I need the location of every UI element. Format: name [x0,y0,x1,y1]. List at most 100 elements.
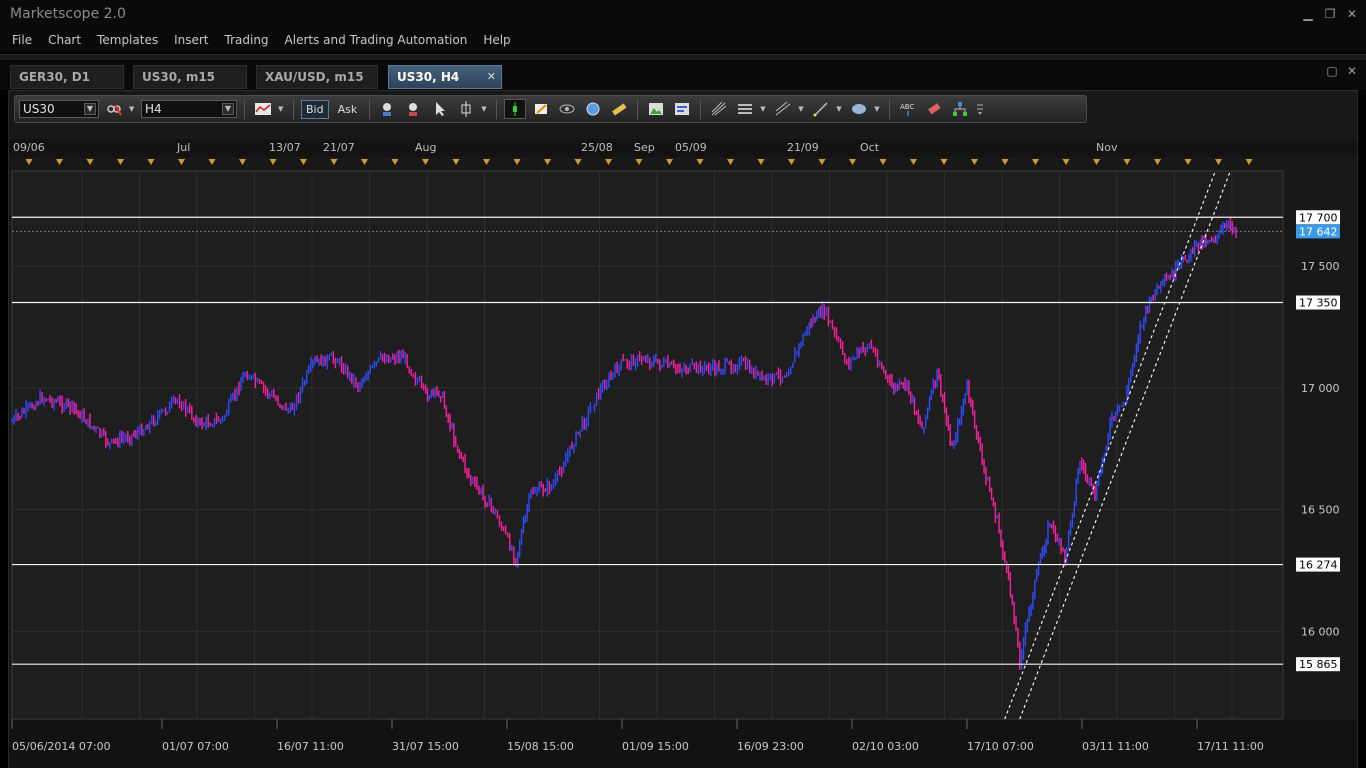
event-marker-icon [788,159,795,165]
event-marker-icon [86,159,94,165]
event-marker-icon [1093,159,1100,165]
menu-file[interactable]: File [4,30,40,52]
menu-chart[interactable]: Chart [40,30,89,52]
chevron-down-icon[interactable]: ▼ [798,105,806,113]
menu-templates[interactable]: Templates [89,30,166,52]
event-marker-icon [940,159,948,165]
event-marker-icon [1123,159,1131,165]
panel-close-icon[interactable]: ✕ [1346,65,1358,77]
x-tick-label: 01/07 07:00 [162,740,229,753]
template-icon[interactable] [671,99,693,119]
chevron-down-icon[interactable]: ▼ [836,105,844,113]
instrument-value: US30 [23,102,55,116]
chevron-down-icon[interactable]: ▼ [84,103,96,115]
level-label: 17 700 [1299,211,1338,224]
x-tick-label: 16/09 23:00 [737,740,804,753]
event-marker-icon [178,159,185,165]
x-tick-label: 05/06/2014 07:00 [12,740,111,753]
y-tick-label: 16 500 [1301,504,1340,517]
top-date-label: 21/09 [787,141,819,154]
ellipse-icon[interactable] [848,99,870,119]
panel-maximize-icon[interactable]: ▢ [1326,65,1338,77]
ask-button[interactable]: Ask [333,100,363,119]
close-icon[interactable]: ✕ [1346,8,1358,20]
minimize-icon[interactable]: ▁ [1302,8,1314,20]
tree-icon[interactable] [949,99,971,119]
globe-icon[interactable] [582,99,604,119]
cursor-icon[interactable] [429,99,451,119]
unlink-icon[interactable] [103,99,125,119]
event-marker-icon [605,159,612,165]
event-marker-icon [879,159,887,165]
event-marker-icon [1154,159,1161,165]
more-icon[interactable] [975,99,985,119]
chevron-down-icon[interactable]: ▼ [481,105,489,113]
levels-icon[interactable] [734,99,756,119]
image-icon[interactable] [645,99,667,119]
line-icon[interactable] [810,99,832,119]
event-marker-icon [971,159,978,165]
eye-icon[interactable] [556,99,578,119]
timeframe-select[interactable]: H4 ▼ [141,100,237,118]
x-tick-label: 01/09 15:00 [622,740,689,753]
event-marker-icon [910,159,917,165]
event-marker-icon [422,159,429,165]
chevron-down-icon[interactable]: ▼ [760,105,768,113]
zoom-out-icon[interactable] [403,99,425,119]
event-marker-icon [1215,159,1222,165]
ruler-icon[interactable] [608,99,630,119]
restore-icon[interactable]: ❐ [1324,8,1336,20]
menu-trading[interactable]: Trading [217,30,277,52]
top-date-label: Jul [176,141,190,154]
indicator-icon[interactable] [504,99,527,119]
tab-us30-h4[interactable]: US30, H4 ✕ [388,65,502,89]
event-marker-icon [1032,159,1039,165]
event-marker-icon [239,159,246,165]
eraser-icon[interactable] [923,99,945,119]
top-date-label: Sep [634,141,655,154]
tab-ger30-d1[interactable]: GER30, D1 [10,65,124,89]
event-marker-icon [696,159,704,165]
instrument-select[interactable]: US30 ▼ [19,100,99,118]
menu-help[interactable]: Help [475,30,518,52]
x-tick-label: 17/10 07:00 [967,740,1034,753]
event-marker-icon [300,159,307,165]
event-marker-icon [56,159,63,165]
zoom-in-icon[interactable] [377,99,399,119]
menu-alerts[interactable]: Alerts and Trading Automation [277,30,476,52]
tab-xauusd-m15[interactable]: XAU/USD, m15 [256,65,378,89]
price-chart[interactable]: 09/06 Jul 13/07 21/07 Aug 25/08 Sep 05/09 21/09 O… [9,139,1357,768]
event-marker-icon [727,159,734,165]
chart-type-icon[interactable] [252,99,274,119]
chevron-down-icon[interactable]: ▼ [278,105,286,113]
level-label: 15 865 [1299,658,1338,671]
toolbar-divider [293,99,294,119]
x-tick-label: 15/08 15:00 [507,740,574,753]
tab-us30-m15[interactable]: US30, m15 [133,65,247,89]
crosshair-icon[interactable] [455,99,477,119]
tab-close-icon[interactable]: ✕ [487,70,496,83]
event-marker-icon [452,159,460,165]
event-marker-icon [391,159,399,165]
chevron-down-icon[interactable]: ▼ [874,105,882,113]
tab-label: XAU/USD, m15 [265,70,364,84]
level-label: 16 274 [1299,559,1338,572]
chevron-down-icon[interactable]: ▼ [129,105,137,113]
properties-icon[interactable] [530,99,552,119]
plot-area [11,170,1284,720]
chevron-down-icon[interactable]: ▼ [222,103,234,115]
menu-insert[interactable]: Insert [166,30,216,52]
event-marker-icon [544,159,551,165]
channel-icon[interactable] [772,99,794,119]
app-title: Marketscope 2.0 [10,6,126,22]
current-price-label: 17 642 [1299,225,1338,238]
event-marker-icon [666,159,673,165]
text-icon[interactable]: ABC [897,99,919,119]
event-marker-icon [818,159,826,165]
toolbar-divider [637,99,639,119]
fibonacci-icon[interactable] [708,99,730,119]
bid-button[interactable]: Bid [301,99,329,119]
toolbar-divider [244,99,245,119]
top-date-label: 05/09 [675,141,707,154]
event-marker-icon [361,159,368,165]
